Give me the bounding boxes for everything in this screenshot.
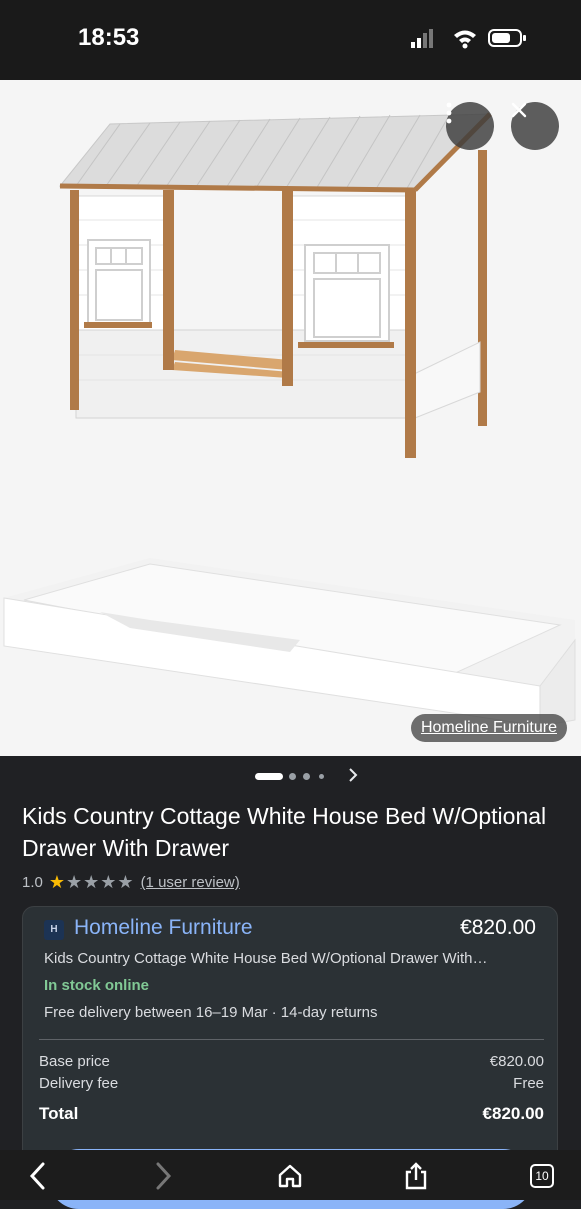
image-source-link[interactable]: Homeline Furniture bbox=[410, 714, 567, 742]
forward-button[interactable] bbox=[143, 1156, 183, 1196]
browser-toolbar: 10 bbox=[0, 1150, 581, 1200]
share-button[interactable] bbox=[396, 1156, 436, 1196]
offer-product-title: Kids Country Cottage White House Bed W/O… bbox=[44, 950, 488, 967]
rating-stars: ★★★★★ bbox=[49, 872, 135, 893]
base-price-row: Base price €820.00 bbox=[39, 1053, 544, 1070]
home-icon bbox=[278, 1164, 302, 1188]
star-empty-icon: ★ bbox=[83, 872, 101, 892]
tabs-button[interactable]: 10 bbox=[522, 1156, 562, 1196]
total-row: Total €820.00 bbox=[39, 1104, 544, 1124]
chevron-right-icon[interactable] bbox=[347, 764, 361, 786]
merchant-name-link[interactable]: Homeline Furniture bbox=[74, 916, 253, 940]
reviews-link[interactable]: (1 user review) bbox=[141, 874, 240, 891]
battery-icon bbox=[488, 29, 526, 47]
delivery-fee-row: Delivery fee Free bbox=[39, 1075, 544, 1092]
stock-status: In stock online bbox=[44, 977, 150, 994]
divider bbox=[39, 1039, 544, 1040]
pager-dot[interactable] bbox=[303, 773, 310, 780]
delivery-fee-value: Free bbox=[513, 1075, 544, 1092]
window-left bbox=[87, 239, 151, 325]
chevron-left-icon bbox=[29, 1162, 45, 1190]
rating-value: 1.0 bbox=[22, 874, 43, 891]
pager-dot[interactable] bbox=[319, 774, 324, 779]
star-empty-icon: ★ bbox=[66, 872, 84, 892]
product-title: Kids Country Cottage White House Bed W/O… bbox=[22, 803, 547, 861]
status-icons bbox=[411, 29, 526, 49]
house-bed-illustration bbox=[58, 112, 492, 458]
more-vert-icon bbox=[446, 102, 452, 124]
product-image bbox=[3, 112, 576, 727]
pager-dot[interactable] bbox=[289, 773, 296, 780]
back-button[interactable] bbox=[18, 1156, 58, 1196]
base-price-label: Base price bbox=[39, 1053, 110, 1070]
image-pager bbox=[0, 756, 581, 796]
home-button[interactable] bbox=[270, 1156, 310, 1196]
status-time: 18:53 bbox=[78, 24, 140, 51]
chevron-right-icon bbox=[156, 1162, 172, 1190]
star-empty-icon: ★ bbox=[117, 872, 135, 892]
cellular-signal-icon bbox=[411, 29, 433, 48]
rating-row: 1.0 ★★★★★ (1 user review) bbox=[22, 872, 240, 893]
total-label: Total bbox=[39, 1104, 79, 1123]
product-image-panel[interactable]: Homeline Furniture bbox=[0, 80, 581, 756]
close-button[interactable] bbox=[511, 102, 559, 150]
total-value: €820.00 bbox=[482, 1104, 544, 1123]
trundle-drawer-illustration bbox=[3, 558, 576, 727]
share-icon bbox=[405, 1162, 427, 1190]
window-right bbox=[304, 244, 390, 342]
delivery-info: Free delivery between 16–19 Mar · 14-day… bbox=[44, 1004, 378, 1021]
pager-dot-active[interactable] bbox=[255, 773, 283, 780]
status-bar: 18:53 bbox=[0, 0, 581, 80]
merchant-logo: H bbox=[44, 920, 64, 940]
delivery-fee-label: Delivery fee bbox=[39, 1075, 119, 1092]
star-empty-icon: ★ bbox=[100, 872, 118, 892]
wifi-icon bbox=[454, 30, 476, 49]
offer-price: €820.00 bbox=[460, 916, 536, 939]
more-options-button[interactable] bbox=[446, 102, 494, 150]
close-icon bbox=[511, 102, 527, 118]
tab-count: 10 bbox=[530, 1164, 554, 1188]
star-filled-icon: ★ bbox=[48, 872, 66, 892]
base-price-value: €820.00 bbox=[489, 1053, 544, 1070]
